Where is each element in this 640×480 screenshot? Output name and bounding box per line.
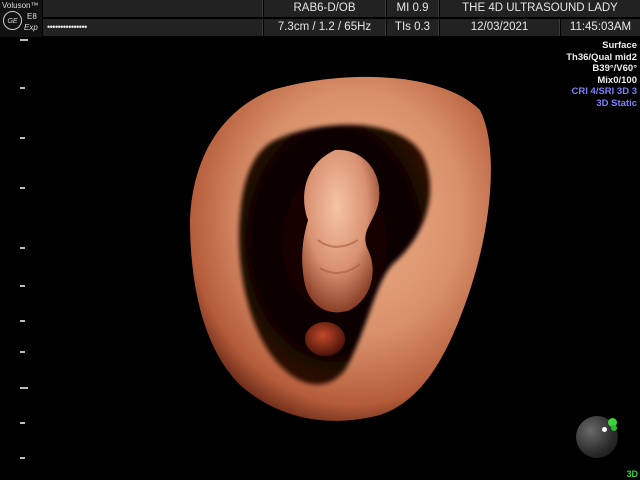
top-status-bar: Voluson™ GE E8 Exp RAB6-D/OB MI 0.9 THE … [0, 0, 640, 37]
cri-label: CRI 4/SRI 3D 3 [571, 86, 637, 97]
edition-label: Exp [24, 23, 38, 32]
blank-cell [43, 0, 263, 17]
threshold-label: Th36/Qual mid2 [566, 51, 637, 63]
orientation-marker-secondary [611, 425, 617, 431]
mode-3d-label: 3D [626, 469, 638, 479]
render-parameters-panel: Surface Th36/Qual mid2 B39°/V60° Mix0/10… [566, 40, 637, 109]
mode-label: 3D Static [596, 97, 637, 109]
depth-info: 7.3cm / 1.2 / 65Hz [264, 19, 386, 36]
progress-dots: ••••••••••••••• [43, 19, 263, 36]
angles-label: B39°/V60° [592, 63, 637, 74]
mix-label: Mix0/100 [597, 74, 637, 86]
mi-value: MI 0.9 [387, 0, 439, 17]
orientation-sphere-icon[interactable] [576, 416, 618, 458]
tis-value: TIs 0.3 [387, 19, 439, 36]
facility-name: THE 4D ULTRASOUND LADY [440, 0, 640, 17]
ge-logo-icon: GE [3, 11, 22, 30]
yolk-sac [305, 322, 345, 356]
probe-label: RAB6-D/OB [264, 0, 386, 17]
orientation-highlight [602, 427, 607, 432]
brand-block: Voluson™ GE E8 Exp [0, 0, 42, 37]
model-label: E8 [27, 12, 37, 21]
brand-name: Voluson™ [2, 1, 39, 10]
render-mode-label: Surface [602, 40, 637, 51]
ultrasound-3d-render [190, 76, 491, 421]
time-label: 11:45:03AM [561, 19, 640, 36]
date-label: 12/03/2021 [440, 19, 560, 36]
